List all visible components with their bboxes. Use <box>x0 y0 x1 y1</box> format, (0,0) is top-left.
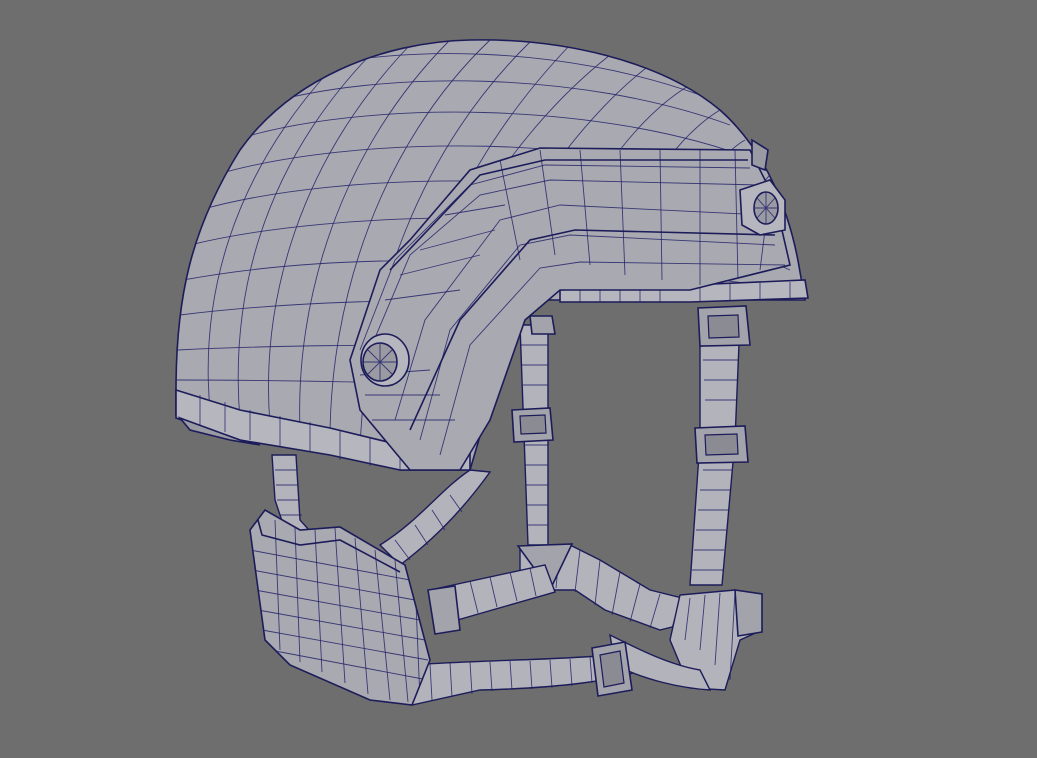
rail-screw[interactable] <box>360 333 410 387</box>
center-strap-anchor <box>529 315 556 335</box>
harness-right-buckle <box>734 589 763 637</box>
helmet-model[interactable] <box>0 0 1037 758</box>
3d-viewport[interactable] <box>0 0 1037 758</box>
